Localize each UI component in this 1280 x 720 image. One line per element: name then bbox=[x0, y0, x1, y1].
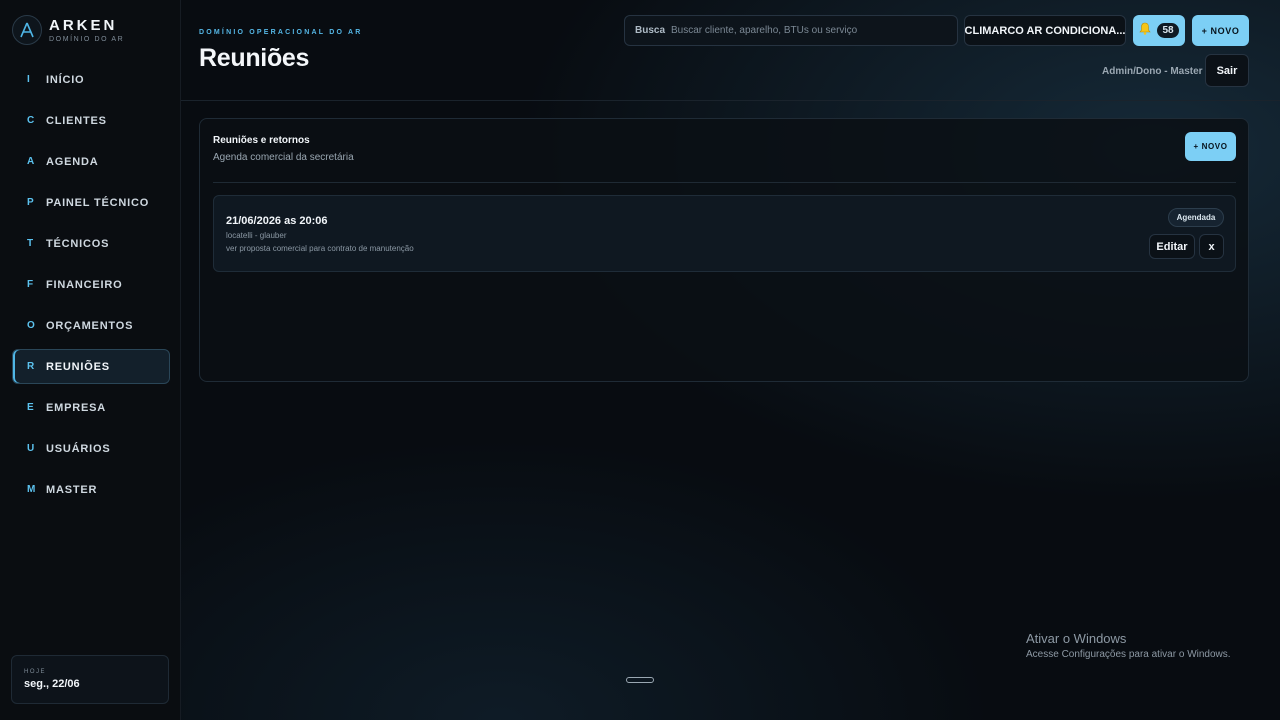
sidebar-item-key: F bbox=[27, 279, 34, 290]
meetings-panel: Reuniões e retornos Agenda comercial da … bbox=[199, 118, 1249, 382]
sidebar-item-clientes[interactable]: C CLIENTES bbox=[12, 103, 170, 138]
notification-count-badge: 58 bbox=[1157, 23, 1179, 38]
meeting-people: locatelli - glauber bbox=[226, 231, 287, 240]
delete-button[interactable]: x bbox=[1199, 234, 1224, 259]
sidebar-item-key: A bbox=[27, 156, 35, 167]
edit-button[interactable]: Editar bbox=[1149, 234, 1195, 259]
panel-title: Reuniões e retornos bbox=[213, 135, 310, 146]
bell-icon bbox=[1139, 22, 1152, 40]
sidebar-item-key: R bbox=[27, 361, 35, 372]
sidebar-item-orcamentos[interactable]: O ORÇAMENTOS bbox=[12, 308, 170, 343]
sidebar: ARKEN DOMÍNIO DO AR I INÍCIO C CLIENTES … bbox=[0, 0, 181, 720]
sidebar-item-empresa[interactable]: E EMPRESA bbox=[12, 390, 170, 425]
meeting-datetime: 21/06/2026 as 20:06 bbox=[226, 215, 328, 227]
app-window: ARKEN DOMÍNIO DO AR I INÍCIO C CLIENTES … bbox=[0, 0, 1280, 720]
sidebar-item-label: MASTER bbox=[46, 483, 98, 496]
sidebar-item-key: M bbox=[27, 484, 36, 495]
triangle-a-logo-icon bbox=[12, 15, 42, 45]
sidebar-item-reunioes[interactable]: R REUNIÕES bbox=[12, 349, 170, 384]
brand-name: ARKEN bbox=[49, 16, 118, 34]
windows-activation-watermark: Ativar o Windows Acesse Configurações pa… bbox=[1026, 631, 1231, 660]
user-role: Admin/Dono - Master bbox=[1102, 66, 1203, 77]
today-card: HOJE seg., 22/06 bbox=[11, 655, 169, 704]
sidebar-item-key: T bbox=[27, 238, 34, 249]
brand: ARKEN DOMÍNIO DO AR bbox=[12, 15, 124, 45]
search-bar: Busca bbox=[624, 15, 958, 46]
watermark-title: Ativar o Windows bbox=[1026, 631, 1127, 646]
meeting-description: ver proposta comercial para contrato de … bbox=[226, 244, 414, 253]
sidebar-item-agenda[interactable]: A AGENDA bbox=[12, 144, 170, 179]
sidebar-item-label: INÍCIO bbox=[46, 73, 85, 86]
sidebar-item-label: USUÁRIOS bbox=[46, 442, 111, 455]
top-header: DOMÍNIO OPERACIONAL DO AR Reuniões Busca… bbox=[181, 0, 1280, 101]
logout-button[interactable]: Sair bbox=[1205, 54, 1249, 87]
sidebar-item-label: REUNIÕES bbox=[46, 360, 110, 373]
panel-subtitle: Agenda comercial da secretária bbox=[213, 152, 354, 163]
scroll-handle[interactable] bbox=[626, 677, 654, 683]
search-input[interactable] bbox=[671, 25, 957, 36]
sidebar-item-financeiro[interactable]: F FINANCEIRO bbox=[12, 267, 170, 302]
brand-tagline: DOMÍNIO DO AR bbox=[49, 35, 125, 43]
company-selector-button[interactable]: CLIMARCO AR CONDICIONA... bbox=[964, 15, 1126, 46]
sidebar-item-master[interactable]: M MASTER bbox=[12, 472, 170, 507]
status-badge: Agendada bbox=[1168, 208, 1224, 227]
sidebar-item-label: ORÇAMENTOS bbox=[46, 319, 134, 332]
new-meeting-button[interactable]: + NOVO bbox=[1185, 132, 1236, 161]
sidebar-nav: I INÍCIO C CLIENTES A AGENDA P PAINEL TÉ… bbox=[12, 62, 170, 513]
sidebar-item-inicio[interactable]: I INÍCIO bbox=[12, 62, 170, 97]
sidebar-item-key: I bbox=[27, 74, 30, 85]
sidebar-item-key: P bbox=[27, 197, 34, 208]
sidebar-item-tecnicos[interactable]: T TÉCNICOS bbox=[12, 226, 170, 261]
sidebar-item-key: C bbox=[27, 115, 35, 126]
sidebar-item-label: PAINEL TÉCNICO bbox=[46, 196, 150, 209]
notifications-button[interactable]: 58 bbox=[1133, 15, 1185, 46]
page-title: Reuniões bbox=[199, 44, 310, 72]
sidebar-item-key: U bbox=[27, 443, 35, 454]
header-new-button[interactable]: + NOVO bbox=[1192, 15, 1249, 46]
sidebar-item-painel-tecnico[interactable]: P PAINEL TÉCNICO bbox=[12, 185, 170, 220]
sidebar-item-label: AGENDA bbox=[46, 155, 99, 168]
sidebar-item-key: O bbox=[27, 320, 35, 331]
sidebar-item-key: E bbox=[27, 402, 34, 413]
search-label: Busca bbox=[635, 25, 666, 36]
sidebar-item-usuarios[interactable]: U USUÁRIOS bbox=[12, 431, 170, 466]
divider bbox=[213, 182, 1236, 183]
watermark-subtitle: Acesse Configurações para ativar o Windo… bbox=[1026, 649, 1231, 660]
sidebar-item-label: CLIENTES bbox=[46, 114, 107, 127]
today-label: HOJE bbox=[24, 669, 47, 675]
page-eyebrow: DOMÍNIO OPERACIONAL DO AR bbox=[199, 29, 363, 36]
sidebar-item-label: EMPRESA bbox=[46, 401, 106, 414]
meeting-card: 21/06/2026 as 20:06 locatelli - glauber … bbox=[213, 195, 1236, 272]
sidebar-item-label: TÉCNICOS bbox=[46, 237, 110, 250]
today-date: seg., 22/06 bbox=[24, 678, 80, 690]
sidebar-item-label: FINANCEIRO bbox=[46, 278, 123, 291]
